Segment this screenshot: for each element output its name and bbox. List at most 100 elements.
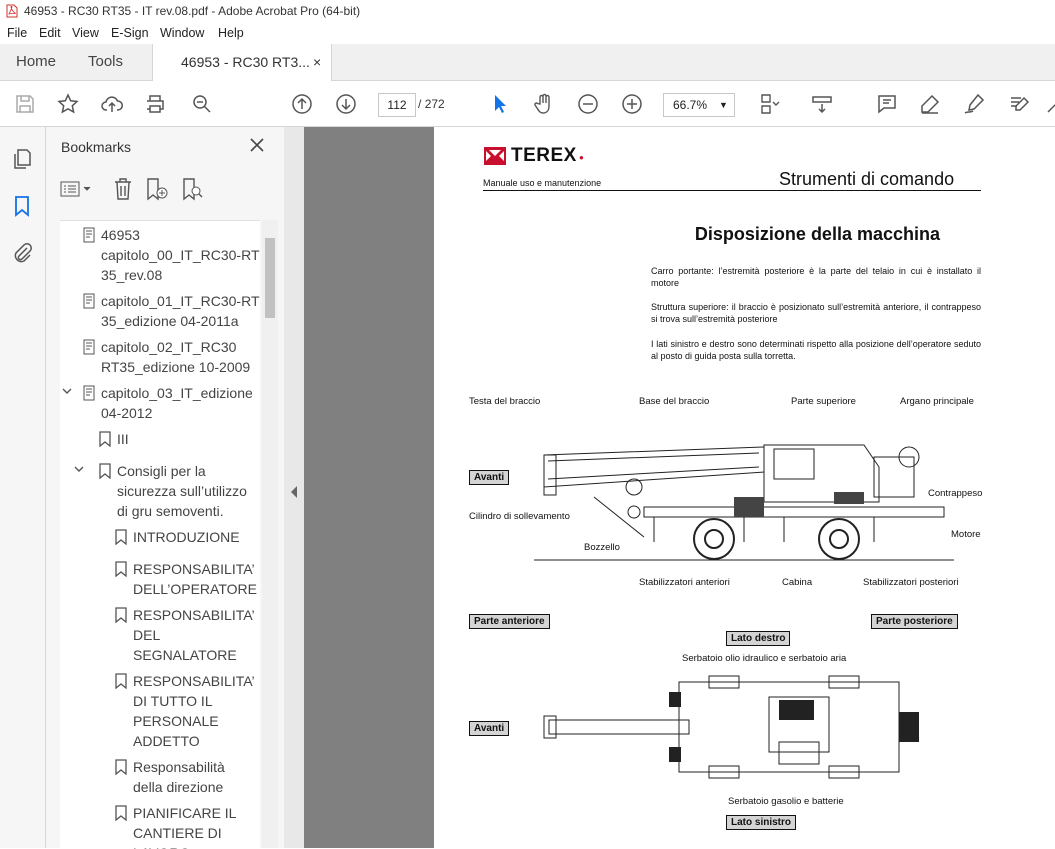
zoom-in-icon[interactable] (620, 92, 644, 116)
star-icon[interactable] (56, 92, 80, 116)
bookmark-item[interactable]: Responsabilità della direzione (115, 757, 225, 797)
delete-icon[interactable] (112, 177, 134, 201)
tab-home[interactable]: Home (16, 44, 56, 80)
more-tools-icon[interactable] (1046, 92, 1055, 116)
bookmarks-icon[interactable] (10, 194, 34, 218)
label-serbatoio-gasolio: Serbatoio gasolio e batterie (728, 796, 844, 807)
bookmark-item[interactable]: RESPONSABILITA’ DEL SEGNALATORE (115, 605, 255, 665)
label-cilindro: Cilindro di sollevamento (469, 511, 570, 522)
label-base-braccio: Base del braccio (639, 396, 710, 407)
label-testa-braccio: Testa del braccio (469, 396, 541, 407)
tabs-bar: Home Tools 46953 - RC30 RT3... × (0, 44, 1055, 81)
bookmark-icon (115, 805, 127, 821)
hand-tool-icon[interactable] (532, 92, 556, 116)
save-icon[interactable] (13, 92, 37, 116)
bookmarks-scrollbar[interactable] (262, 220, 278, 848)
window-title: 46953 - RC30 RT35 - IT rev.08.pdf - Adob… (24, 4, 361, 18)
title-bar: 46953 - RC30 RT35 - IT rev.08.pdf - Adob… (0, 0, 1055, 22)
menu-view[interactable]: View (72, 26, 99, 40)
toolbar: 112 / 272 66.7% ▼ (0, 81, 1055, 127)
page-thumbnails-icon[interactable] (10, 147, 34, 171)
label-contrappeso: Contrappeso (928, 488, 983, 499)
document-outline-icon (83, 293, 95, 309)
page-display-icon[interactable] (757, 92, 781, 116)
sign-icon[interactable] (962, 92, 986, 116)
comment-icon[interactable] (875, 92, 899, 116)
bookmark-list: 46953 capitolo_00_IT_RC30-RT 35_rev.08 c… (60, 220, 260, 849)
scrollbar-thumb[interactable] (265, 238, 275, 318)
menu-edit[interactable]: Edit (39, 26, 61, 40)
document-viewer[interactable]: TEREX ● Manuale uso e manutenzione Strum… (304, 127, 1055, 848)
paragraph: I lati sinistro e destro sono determinat… (651, 339, 981, 361)
edit-pdf-icon[interactable] (1007, 92, 1031, 116)
prev-page-icon[interactable] (290, 92, 314, 116)
label-bozzello: Bozzello (584, 542, 620, 553)
attachments-icon[interactable] (10, 241, 34, 265)
menu-file[interactable]: File (7, 26, 27, 40)
header-rule (483, 190, 981, 191)
bookmark-tools (60, 177, 260, 203)
upload-cloud-icon[interactable] (100, 92, 124, 116)
crane-top-view-drawing (543, 675, 919, 779)
paragraph: Carro portante: l’estremità posteriore è… (651, 266, 981, 288)
bookmark-item[interactable]: Consigli per la sicurezza sull’utilizzo … (99, 461, 247, 521)
panel-collapse-handle[interactable] (284, 127, 304, 848)
next-page-icon[interactable] (334, 92, 358, 116)
scroll-mode-icon[interactable] (810, 92, 834, 116)
find-zoom-icon[interactable] (190, 92, 214, 116)
document-outline-icon (83, 385, 95, 401)
label-stab-anteriori: Stabilizzatori anteriori (639, 577, 730, 588)
tag-parte-posteriore: Parte posteriore (871, 614, 958, 629)
highlight-pen-icon[interactable] (918, 92, 942, 116)
bookmark-item[interactable]: capitolo_01_IT_RC30-RT 35_edizione 04-20… (83, 291, 260, 331)
bookmark-item[interactable]: III (99, 429, 129, 449)
tab-document[interactable]: 46953 - RC30 RT3... × (152, 44, 332, 81)
bookmark-item[interactable]: PIANIFICARE IL CANTIERE DI LAVORO (115, 803, 236, 849)
page-total: / 272 (418, 97, 445, 111)
chevron-down-icon[interactable] (61, 385, 73, 397)
tab-tools[interactable]: Tools (88, 44, 123, 80)
bookmark-item[interactable]: capitolo_02_IT_RC30 RT35_edizione 10-200… (83, 337, 250, 377)
tag-avanti-top: Avanti (469, 721, 510, 736)
bookmark-item[interactable]: 46953 capitolo_00_IT_RC30-RT 35_rev.08 (83, 225, 260, 285)
close-icon[interactable] (249, 137, 265, 153)
label-motore: Motore (951, 529, 981, 540)
select-cursor-icon[interactable] (488, 92, 512, 116)
options-menu-icon[interactable] (60, 179, 94, 199)
bookmark-item[interactable]: capitolo_03_IT_edizione 04-2012 (83, 383, 253, 423)
bookmark-item[interactable]: RESPONSABILITA’ DELL’OPERATORE (115, 559, 257, 599)
tag-avanti: Avanti (469, 470, 510, 485)
document-outline-icon (83, 227, 95, 243)
print-icon[interactable] (143, 92, 167, 116)
bookmark-icon (115, 561, 127, 577)
tag-lato-sinistro: Lato sinistro (726, 815, 797, 830)
chevron-down-icon[interactable] (73, 463, 85, 475)
bookmark-icon (115, 529, 127, 545)
bookmark-item[interactable]: RESPONSABILITA’ DI TUTTO IL PERSONALE AD… (115, 671, 255, 751)
find-bookmark-icon[interactable] (180, 177, 204, 201)
new-bookmark-icon[interactable] (144, 177, 168, 201)
bookmark-item[interactable]: INTRODUZIONE (115, 527, 240, 547)
navigation-rail (0, 127, 46, 848)
bookmark-icon (99, 463, 111, 479)
menu-esign[interactable]: E-Sign (111, 26, 149, 40)
menu-window[interactable]: Window (160, 26, 204, 40)
page-heading: Disposizione della macchina (694, 224, 940, 244)
bookmarks-panel: Bookmarks 46953 capitolo_00_IT_RC30-RT 3… (46, 127, 285, 849)
acrobat-icon (6, 4, 18, 18)
chevron-left-icon (291, 486, 297, 498)
zoom-out-icon[interactable] (576, 92, 600, 116)
label-argano: Argano principale (900, 396, 974, 407)
bookmark-icon (115, 607, 127, 623)
menu-help[interactable]: Help (218, 26, 244, 40)
close-tab-icon[interactable]: × (313, 44, 321, 80)
zoom-level-select[interactable]: 66.7% ▼ (663, 93, 735, 117)
page-number-input[interactable]: 112 (378, 93, 416, 117)
tag-parte-anteriore: Parte anteriore (469, 614, 550, 629)
chevron-down-icon: ▼ (719, 100, 728, 110)
panel-title: Bookmarks (61, 139, 132, 155)
paragraph: Struttura superiore: il braccio è posizi… (651, 302, 981, 324)
menu-bar: File Edit View E-Sign Window Help (0, 22, 1055, 44)
tag-lato-destro: Lato destro (726, 631, 791, 646)
bookmark-icon (115, 673, 127, 689)
